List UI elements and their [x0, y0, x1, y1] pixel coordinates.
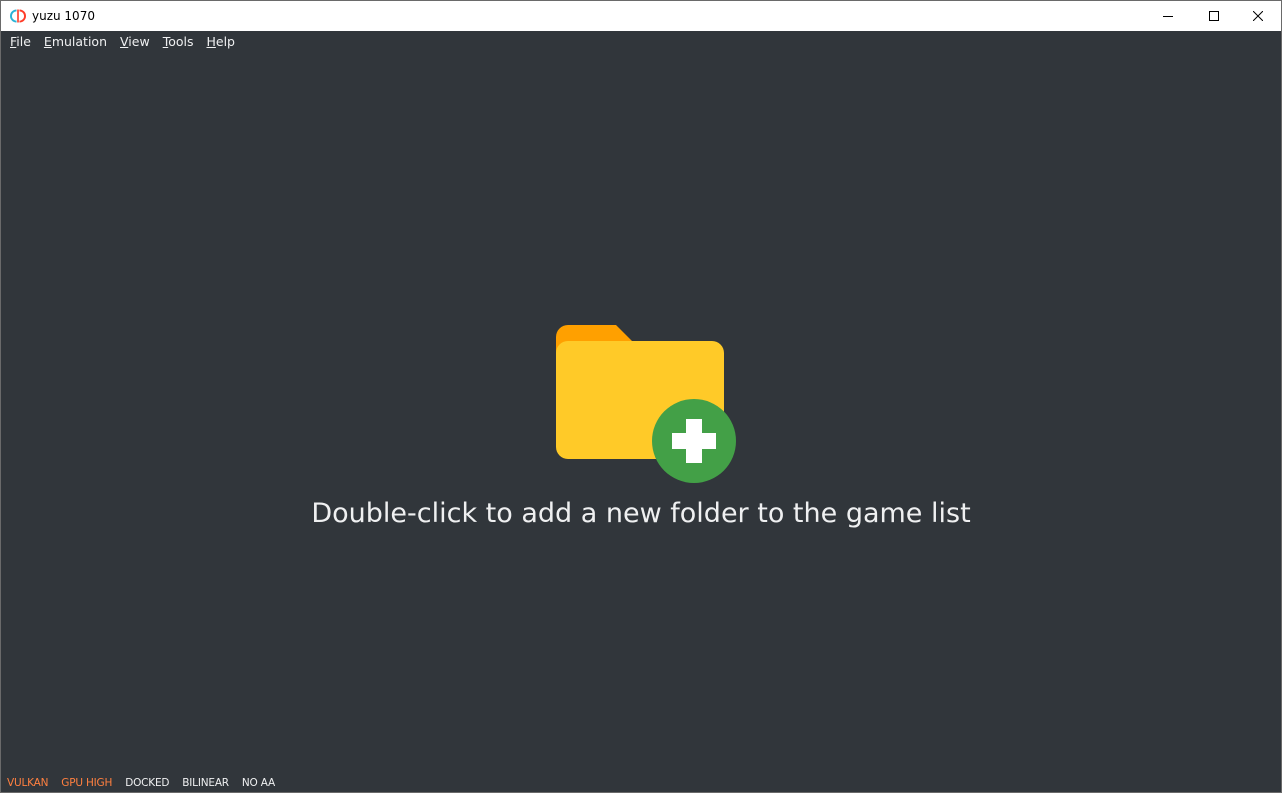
status-antialiasing[interactable]: NO AA: [242, 777, 275, 789]
menu-emulation-label: mulation: [51, 34, 108, 49]
menu-emulation-accel: E: [43, 34, 52, 49]
minimize-icon: [1163, 16, 1173, 17]
minimize-button[interactable]: [1145, 1, 1191, 31]
menu-file[interactable]: File: [3, 31, 37, 53]
status-filter-mode[interactable]: BILINEAR: [182, 777, 229, 789]
status-dock-mode[interactable]: DOCKED: [125, 777, 169, 789]
menu-help-accel: H: [206, 34, 216, 49]
close-icon: [1253, 11, 1263, 21]
plus-horizontal: [672, 433, 716, 449]
maximize-button[interactable]: [1191, 1, 1237, 31]
placeholder-message: Double-click to add a new folder to the …: [311, 498, 971, 529]
menu-help[interactable]: Help: [199, 31, 241, 53]
folder-add-icon: [556, 325, 736, 483]
menu-tools[interactable]: Tools: [156, 31, 200, 53]
menu-file-label: ile: [16, 34, 31, 49]
close-button[interactable]: [1235, 1, 1281, 31]
menu-view[interactable]: View: [113, 31, 156, 53]
menu-view-label: iew: [128, 34, 150, 49]
menu-emulation[interactable]: Emulation: [37, 31, 113, 53]
maximize-icon: [1209, 11, 1219, 21]
window-title: yuzu 1070: [32, 9, 95, 23]
title-bar[interactable]: yuzu 1070: [1, 1, 1281, 31]
yuzu-logo-icon: [10, 9, 26, 23]
status-gpu-accuracy[interactable]: GPU HIGH: [61, 777, 112, 789]
menu-help-label: elp: [215, 34, 235, 49]
game-list-placeholder[interactable]: Double-click to add a new folder to the …: [1, 53, 1281, 769]
menu-tools-label: ools: [168, 34, 194, 49]
menu-bar: File Emulation View Tools Help: [1, 31, 1281, 53]
main-window: yuzu 1070 File Emulation View Tools Help: [0, 0, 1282, 793]
status-bar: VULKAN GPU HIGH DOCKED BILINEAR NO AA: [1, 773, 1281, 792]
status-graphics-api[interactable]: VULKAN: [7, 777, 48, 789]
